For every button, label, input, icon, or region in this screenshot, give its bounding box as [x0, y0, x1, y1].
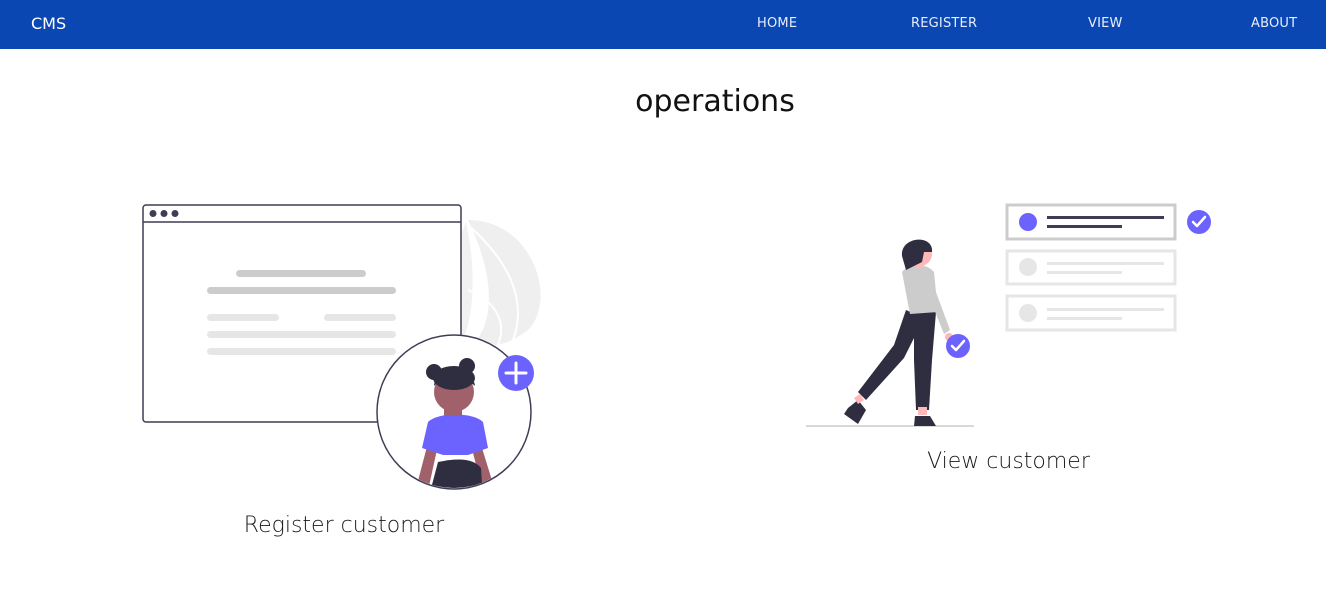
register-customer-illustration-icon: [142, 204, 541, 490]
nav-home-link[interactable]: HOME: [757, 16, 797, 31]
brand-logo-link[interactable]: CMS: [31, 14, 66, 33]
nav-about-link[interactable]: ABOUT: [1251, 16, 1297, 31]
nav-register-link[interactable]: REGISTER: [911, 16, 977, 31]
view-customer-illustration-icon: [806, 203, 1211, 427]
register-customer-card[interactable]: Register customer: [138, 200, 558, 545]
view-customer-label: View customer: [927, 449, 1090, 474]
page-title: operations: [635, 84, 795, 119]
top-navbar: CMS HOME REGISTER VIEW ABOUT: [0, 0, 1326, 49]
view-customer-card[interactable]: View customer: [806, 200, 1216, 485]
register-customer-label: Register customer: [243, 513, 445, 538]
nav-view-link[interactable]: VIEW: [1088, 16, 1123, 31]
